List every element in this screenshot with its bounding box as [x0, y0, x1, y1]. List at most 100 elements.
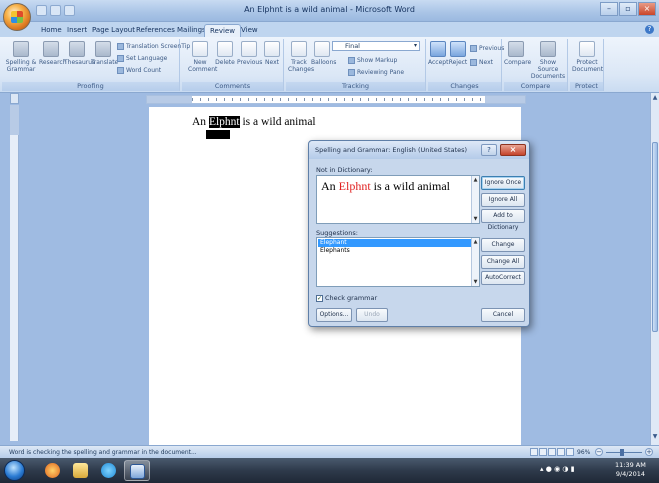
taskbar-file-explorer[interactable] — [68, 460, 94, 481]
word-icon — [130, 464, 145, 479]
zoom-in-icon[interactable]: + — [645, 448, 653, 456]
draft-view-icon[interactable] — [566, 448, 574, 456]
document-text[interactable]: An Elphnt is a wild animal — [192, 116, 316, 128]
scroll-up-icon: ▲ — [473, 239, 478, 245]
selection-highlight — [206, 130, 230, 139]
show-source-documents-button[interactable]: Show Source Documents — [529, 41, 567, 80]
suggestions-label: Suggestions: — [316, 229, 358, 237]
scroll-down-icon[interactable]: ▼ — [651, 433, 659, 441]
spelling-grammar-button[interactable]: Spelling & Grammar — [5, 41, 37, 73]
start-button[interactable] — [4, 460, 25, 481]
group-label-protect: Protect — [570, 82, 603, 91]
maximize-button[interactable]: ▫ — [619, 2, 637, 16]
thesaurus-icon — [69, 41, 85, 57]
system-tray[interactable]: ▴ ● ◉ ◑ ▮ — [540, 465, 575, 473]
outline-view-icon[interactable] — [557, 448, 565, 456]
spelling-icon — [13, 41, 29, 57]
suggestions-list[interactable]: Elephant Elephants ▲ ▼ — [316, 237, 480, 287]
previous-change-button[interactable]: Previous — [470, 45, 504, 52]
previous-comment-button[interactable]: Previous — [237, 41, 262, 66]
reviewing-pane-icon — [348, 69, 355, 76]
thesaurus-button[interactable]: Thesaurus — [64, 41, 95, 66]
status-bar: Word is checking the spelling and gramma… — [0, 445, 659, 458]
taskbar-skype[interactable] — [96, 460, 122, 481]
scroll-down-icon: ▼ — [473, 279, 478, 285]
clock[interactable]: 11:39 AM 9/4/2014 — [615, 461, 646, 479]
list-item[interactable]: Elephants — [318, 247, 471, 255]
office-button[interactable] — [3, 3, 31, 31]
translate-icon — [95, 41, 111, 57]
track-changes-icon — [291, 41, 307, 57]
show-markup-button[interactable]: Show Markup — [348, 57, 397, 64]
taskbar-media-player[interactable] — [40, 460, 66, 481]
not-in-dictionary-scrollbar[interactable]: ▲ ▼ — [471, 176, 479, 223]
error-word: Elphnt — [338, 179, 371, 193]
next-comment-button[interactable]: Next — [262, 41, 282, 66]
ribbon: Spelling & Grammar Research Thesaurus Tr… — [0, 37, 659, 93]
close-button[interactable]: × — [638, 2, 656, 16]
ignore-all-button[interactable]: Ignore All — [481, 193, 525, 207]
protect-document-button[interactable]: Protect Document — [572, 41, 603, 73]
title-bar: An Elphnt is a wild animal - Microsoft W… — [0, 0, 659, 22]
translate-button[interactable]: Translate — [91, 41, 118, 66]
track-changes-button[interactable]: Track Changes — [288, 41, 314, 73]
delete-comment-button[interactable]: Delete — [214, 41, 236, 66]
next-change-button[interactable]: Next — [470, 59, 493, 66]
dialog-close-button[interactable]: × — [500, 144, 526, 156]
compare-button[interactable]: Compare — [504, 41, 531, 66]
suggestions-scrollbar[interactable]: ▲ ▼ — [471, 238, 479, 286]
help-icon[interactable]: ? — [645, 25, 654, 34]
zoom-out-icon[interactable]: − — [595, 448, 603, 456]
horizontal-ruler[interactable] — [146, 95, 526, 104]
next-change-icon — [470, 59, 477, 66]
word-count-button[interactable]: Word Count — [117, 67, 161, 74]
delete-comment-icon — [217, 41, 233, 57]
skype-icon — [101, 463, 116, 478]
list-item[interactable]: Elephant — [318, 239, 471, 247]
display-for-review-select[interactable]: Final — [332, 41, 420, 51]
group-label-proofing: Proofing — [2, 82, 179, 91]
balloons-button[interactable]: Balloons — [311, 41, 336, 66]
zoom-slider[interactable] — [606, 452, 642, 453]
accept-button[interactable]: Accept — [428, 41, 448, 66]
group-comments: New Comment Delete Previous Next Comment… — [182, 39, 284, 91]
translation-icon — [117, 43, 124, 50]
print-layout-view-icon[interactable] — [530, 448, 538, 456]
group-changes: Accept Reject Previous Next Changes — [428, 39, 504, 91]
ruler-toggle-icon[interactable] — [10, 93, 19, 104]
change-button[interactable]: Change — [481, 238, 525, 252]
options-button[interactable]: Options... — [316, 308, 352, 322]
scroll-up-icon: ▲ — [473, 177, 478, 183]
group-proofing: Spelling & Grammar Research Thesaurus Tr… — [2, 39, 190, 91]
taskbar-word[interactable] — [124, 460, 150, 481]
selected-misspelled-word: Elphnt — [208, 116, 240, 128]
zoom-slider-thumb[interactable] — [620, 449, 624, 456]
change-all-button[interactable]: Change All — [481, 255, 525, 269]
web-layout-view-icon[interactable] — [548, 448, 556, 456]
compare-icon — [508, 41, 524, 57]
autocorrect-button[interactable]: AutoCorrect — [481, 271, 525, 285]
new-comment-button[interactable]: New Comment — [188, 41, 217, 73]
show-markup-icon — [348, 57, 355, 64]
full-screen-reading-view-icon[interactable] — [539, 448, 547, 456]
scroll-up-icon[interactable]: ▲ — [651, 94, 659, 102]
tab-view[interactable]: View — [236, 24, 263, 37]
not-in-dictionary-field[interactable]: An Elphnt is a wild animal ▲ ▼ — [316, 175, 480, 224]
cancel-button[interactable]: Cancel — [481, 308, 525, 322]
check-grammar-checkbox[interactable]: ✓ Check grammar — [316, 294, 377, 302]
translation-screentip-button[interactable]: Translation ScreenTip — [117, 43, 190, 50]
scrollbar-thumb[interactable] — [652, 142, 658, 332]
zoom-level[interactable]: 96% — [577, 449, 590, 456]
minimize-button[interactable]: – — [600, 2, 618, 16]
reviewing-pane-button[interactable]: Reviewing Pane — [348, 69, 404, 76]
language-icon — [117, 55, 124, 62]
dialog-help-button[interactable]: ? — [481, 144, 497, 156]
research-button[interactable]: Research — [39, 41, 67, 66]
reject-button[interactable]: Reject — [448, 41, 468, 66]
add-to-dictionary-button[interactable]: Add to Dictionary — [481, 209, 525, 231]
set-language-button[interactable]: Set Language — [117, 55, 167, 62]
folder-icon — [73, 463, 88, 478]
status-text: Word is checking the spelling and gramma… — [9, 449, 197, 456]
ignore-once-button[interactable]: Ignore Once — [481, 176, 525, 190]
vertical-scrollbar[interactable]: ▲ ▼ — [650, 93, 659, 445]
